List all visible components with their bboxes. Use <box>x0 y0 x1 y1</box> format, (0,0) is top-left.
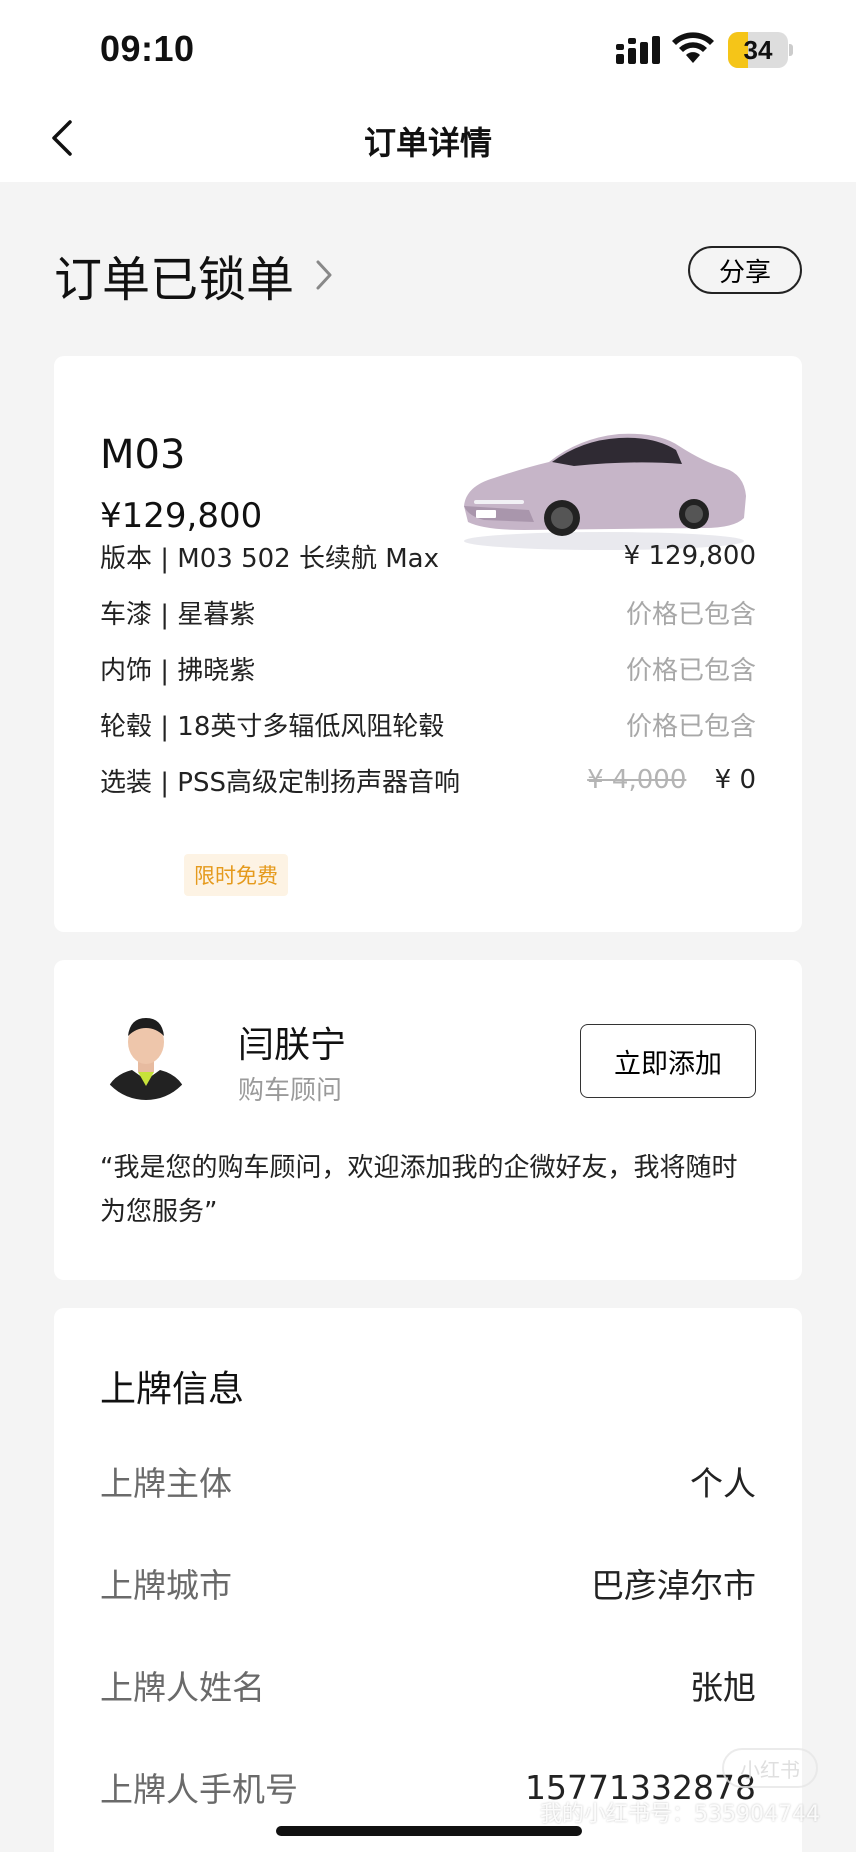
option-price-group: ¥ 4,000 ¥ 0 <box>587 765 756 795</box>
advisor-card: 闫朕宁 购车顾问 立即添加 “我是您的购车顾问，欢迎添加我的企微好友，我将随时为… <box>54 960 802 1280</box>
spec-label: 选装 | PSS高级定制扬声器音响 <box>100 767 460 798</box>
spec-value: ¥ 129,800 <box>623 541 756 571</box>
spec-row-paint: 车漆 | 星暮紫 价格已包含 <box>100 592 756 632</box>
plate-value: 个人 <box>690 1464 756 1503</box>
order-status-text: 订单已锁单 <box>54 252 295 308</box>
model-name: M03 <box>100 432 186 478</box>
add-advisor-button[interactable]: 立即添加 <box>580 1024 756 1098</box>
section-title: 上牌信息 <box>100 1369 245 1410</box>
car-card: M03 ¥129,800 版本 | M03 502 长续航 Max ¥ 129,… <box>54 356 802 932</box>
advisor-name: 闫朕宁 <box>238 1025 347 1066</box>
spec-label: 版本 | M03 502 长续航 Max <box>100 543 439 574</box>
plate-value: 张旭 <box>690 1668 756 1707</box>
plate-row-city: 上牌城市 巴彦淖尔市 <box>100 1558 756 1608</box>
plate-row-name: 上牌人姓名 张旭 <box>100 1660 756 1710</box>
plate-label: 上牌主体 <box>100 1464 232 1503</box>
nav-bar: 订单详情 <box>0 100 856 182</box>
battery-level: 34 <box>743 35 773 65</box>
watermark-logo: 小红书 <box>722 1748 818 1788</box>
spec-value: ¥ 0 <box>714 765 756 795</box>
spec-label: 车漆 | 星暮紫 <box>100 599 256 630</box>
spec-row-option: 选装 | PSS高级定制扬声器音响 ¥ 4,000 ¥ 0 <box>100 760 756 800</box>
free-badge: 限时免费 <box>184 854 288 896</box>
page-title: 订单详情 <box>363 124 492 162</box>
plate-label: 上牌人姓名 <box>100 1668 265 1707</box>
status-bar: 09:10 34 <box>0 0 856 100</box>
spec-label: 内饰 | 拂晓紫 <box>100 655 256 686</box>
spec-row-version: 版本 | M03 502 长续航 Max ¥ 129,800 <box>100 536 756 576</box>
watermark-text: 我的小红书号：535904744 <box>540 1802 820 1827</box>
spec-value: 价格已包含 <box>625 711 756 742</box>
status-time: 09:10 <box>100 28 195 69</box>
advisor-role: 购车顾问 <box>238 1076 343 1106</box>
plate-info-card: 上牌信息 上牌主体 个人 上牌城市 巴彦淖尔市 上牌人姓名 张旭 上牌人手机号 … <box>54 1308 802 1852</box>
advisor-quote: “我是您的购车顾问，欢迎添加我的企微好友，我将随时为您服务” <box>100 1153 738 1227</box>
battery-nub <box>789 44 793 56</box>
chevron-right-icon <box>316 260 332 290</box>
spec-label: 轮毂 | 18英寸多辐低风阻轮毂 <box>100 711 445 742</box>
spec-row-wheels: 轮毂 | 18英寸多辐低风阻轮毂 价格已包含 <box>100 704 756 744</box>
home-indicator[interactable] <box>276 1826 582 1836</box>
model-price: ¥129,800 <box>100 496 263 536</box>
spec-value: 价格已包含 <box>625 655 756 686</box>
spec-value: 价格已包含 <box>625 599 756 630</box>
plate-label: 上牌人手机号 <box>100 1770 298 1809</box>
avatar <box>96 1000 196 1100</box>
order-status-link[interactable]: 订单已锁单 <box>54 240 334 310</box>
share-button[interactable]: 分享 <box>688 246 802 294</box>
cellular-signal-icon <box>616 36 660 64</box>
plate-label: 上牌城市 <box>100 1566 232 1605</box>
car-image <box>464 433 746 550</box>
spec-row-interior: 内饰 | 拂晓紫 价格已包含 <box>100 648 756 688</box>
plate-row-entity: 上牌主体 个人 <box>100 1456 756 1506</box>
plate-value: 巴彦淖尔市 <box>591 1566 756 1605</box>
battery-icon: 34 <box>728 32 788 68</box>
wifi-icon <box>672 32 714 63</box>
original-price: ¥ 4,000 <box>587 765 687 795</box>
